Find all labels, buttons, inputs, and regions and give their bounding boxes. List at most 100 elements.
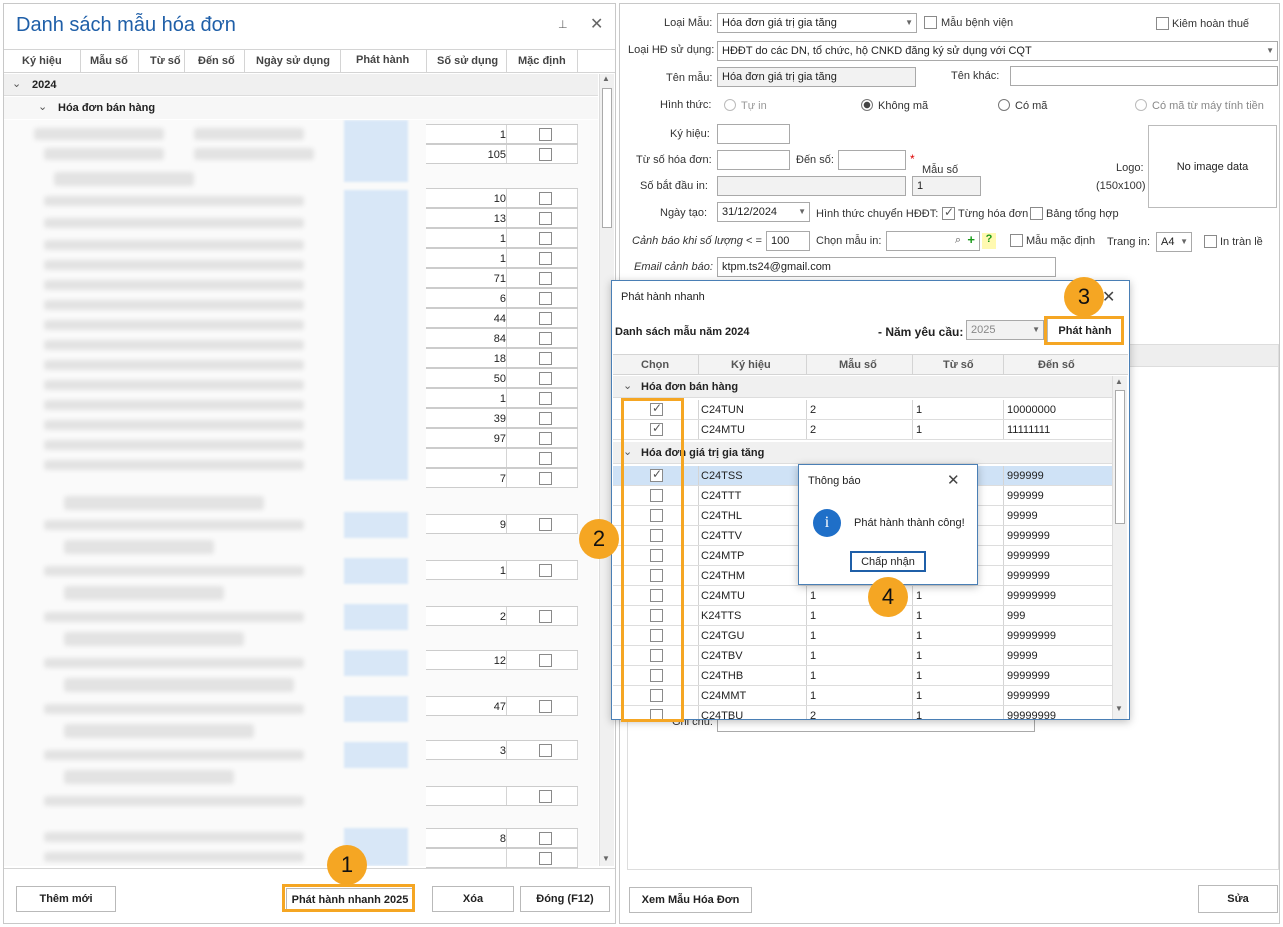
radio-co-ma-mttt[interactable]: [1135, 99, 1147, 111]
mau-benh-vien-checkbox[interactable]: [924, 16, 937, 32]
usage-value[interactable]: 47: [494, 701, 506, 713]
default-checkbox[interactable]: [539, 472, 552, 488]
chon-mau-in-field[interactable]: ⌕ +: [886, 231, 980, 251]
dialog-table-row[interactable]: C24MTU 1 1 99999999: [613, 586, 1112, 606]
col-so-su-dung[interactable]: Số sử dụng: [437, 55, 498, 67]
scroll-down-icon[interactable]: ▼: [602, 854, 610, 863]
close-icon[interactable]: ✕: [1102, 287, 1115, 307]
default-checkbox[interactable]: [539, 212, 552, 228]
usage-value[interactable]: 10: [494, 193, 506, 205]
usage-value[interactable]: 97: [494, 433, 506, 445]
dialog-table-row[interactable]: C24TUN 2 1 10000000: [613, 400, 1112, 420]
default-checkbox[interactable]: [539, 564, 552, 580]
search-icon[interactable]: ⌕: [955, 234, 961, 247]
default-checkbox[interactable]: [539, 700, 552, 716]
bang-tong-hop-checkbox[interactable]: [1030, 207, 1043, 223]
col-den-so[interactable]: Đến số: [1038, 359, 1075, 371]
ok-button[interactable]: Chấp nhận: [850, 551, 926, 572]
usage-value[interactable]: 12: [494, 655, 506, 667]
default-checkbox[interactable]: [539, 412, 552, 428]
trang-in-select[interactable]: A4 ▼: [1156, 232, 1192, 252]
ngay-tao-field[interactable]: 31/12/2024 ▼: [717, 202, 810, 222]
col-mac-dinh[interactable]: Mặc định: [518, 55, 566, 67]
dialog-table-row[interactable]: C24THB 1 1 9999999: [613, 666, 1112, 686]
mau-mac-dinh-checkbox[interactable]: [1010, 234, 1023, 250]
dialog-table-row[interactable]: C24MTU2111111111: [613, 420, 1112, 440]
scroll-up-icon[interactable]: ▲: [1115, 377, 1123, 386]
col-mau-so[interactable]: Mẫu số: [90, 55, 128, 67]
col-phat-hanh[interactable]: Phát hành: [356, 54, 409, 66]
default-checkbox[interactable]: [539, 128, 552, 144]
default-checkbox[interactable]: [539, 272, 552, 288]
loai-mau-select[interactable]: Hóa đơn giá trị gia tăng ▼: [717, 13, 917, 33]
default-checkbox[interactable]: [539, 790, 552, 806]
year-select[interactable]: 2025 ▼: [966, 320, 1044, 340]
group-row-2024[interactable]: ⌄ 2024: [4, 74, 598, 96]
radio-tu-in[interactable]: [724, 99, 736, 111]
plus-icon[interactable]: +: [967, 232, 975, 247]
default-checkbox[interactable]: [539, 610, 552, 626]
default-checkbox[interactable]: [539, 252, 552, 268]
radio-khong-ma[interactable]: [861, 99, 873, 111]
logo-image-box[interactable]: No image data: [1148, 125, 1277, 208]
default-checkbox[interactable]: [539, 372, 552, 388]
default-checkbox[interactable]: [539, 312, 552, 328]
close-icon[interactable]: ✕: [590, 14, 603, 34]
col-mau-so[interactable]: Mẫu số: [839, 359, 877, 371]
default-checkbox[interactable]: [539, 744, 552, 760]
chevron-down-icon[interactable]: ⌄: [38, 100, 47, 113]
usage-value[interactable]: 50: [494, 373, 506, 385]
scroll-down-icon[interactable]: ▼: [1115, 704, 1123, 713]
default-checkbox[interactable]: [539, 392, 552, 408]
ten-mau-field[interactable]: Hóa đơn giá trị gia tăng: [717, 67, 916, 87]
dialog-table-row[interactable]: C24TGU 1 1 99999999: [613, 626, 1112, 646]
calendar-dropdown-icon[interactable]: ▼: [798, 207, 806, 216]
col-chon[interactable]: Chọn: [641, 359, 669, 371]
col-ky-hieu[interactable]: Ký hiệu: [731, 359, 771, 371]
dialog-table-row[interactable]: C24MMT 1 1 9999999: [613, 686, 1112, 706]
default-checkbox[interactable]: [539, 452, 552, 468]
help-icon[interactable]: ?: [982, 233, 996, 249]
col-ky-hieu[interactable]: Ký hiệu: [22, 55, 62, 67]
ky-hieu-field[interactable]: [717, 124, 790, 144]
scroll-up-icon[interactable]: ▲: [602, 74, 610, 83]
usage-value[interactable]: 13: [494, 213, 506, 225]
chevron-down-icon[interactable]: ⌄: [623, 379, 632, 392]
default-checkbox[interactable]: [539, 432, 552, 448]
close-icon[interactable]: ✕: [947, 471, 960, 489]
subgroup-row[interactable]: ⌄ Hóa đơn bán hàng: [4, 97, 598, 119]
default-checkbox[interactable]: [539, 332, 552, 348]
chevron-down-icon[interactable]: ⌄: [12, 77, 21, 90]
view-template-button[interactable]: Xem Mẫu Hóa Đơn: [629, 887, 752, 913]
default-checkbox[interactable]: [539, 654, 552, 670]
dialog-scrollbar[interactable]: ▲ ▼: [1112, 376, 1127, 719]
default-checkbox[interactable]: [539, 232, 552, 248]
dialog-table-row[interactable]: C24TBV 1 1 99999: [613, 646, 1112, 666]
radio-co-ma[interactable]: [998, 99, 1010, 111]
in-tran-le-checkbox[interactable]: [1204, 235, 1217, 251]
ten-khac-field[interactable]: [1010, 66, 1278, 86]
default-checkbox[interactable]: [539, 832, 552, 848]
default-checkbox[interactable]: [539, 352, 552, 368]
col-tu-so[interactable]: Từ số: [150, 55, 181, 67]
pin-icon[interactable]: ⊥: [558, 18, 568, 31]
so-bat-dau-field[interactable]: [717, 176, 906, 196]
default-checkbox[interactable]: [539, 518, 552, 534]
tung-hoa-don-checkbox[interactable]: [942, 205, 955, 223]
default-checkbox[interactable]: [539, 192, 552, 208]
kiem-hoan-thue-checkbox[interactable]: [1156, 17, 1169, 33]
tu-so-field[interactable]: [717, 150, 790, 170]
mau-so-field[interactable]: 1: [912, 176, 981, 196]
edit-button[interactable]: Sửa: [1198, 885, 1278, 913]
usage-value[interactable]: 44: [494, 313, 506, 325]
canh-bao-field[interactable]: 100: [766, 231, 810, 251]
default-checkbox[interactable]: [539, 852, 552, 868]
dialog-table-row[interactable]: C24TBU 2 1 99999999: [613, 706, 1112, 719]
dialog-group-row[interactable]: ⌄ Hóa đơn bán hàng: [613, 376, 1112, 398]
add-button[interactable]: Thêm mới: [16, 886, 116, 912]
dialog-table-row[interactable]: K24TTS 1 1 999: [613, 606, 1112, 626]
col-ngay-su-dung[interactable]: Ngày sử dụng: [256, 55, 330, 67]
close-f12-button[interactable]: Đóng (F12): [520, 886, 610, 912]
scroll-thumb[interactable]: [602, 88, 612, 228]
dialog-group-row[interactable]: ⌄ Hóa đơn giá trị gia tăng: [613, 442, 1112, 464]
